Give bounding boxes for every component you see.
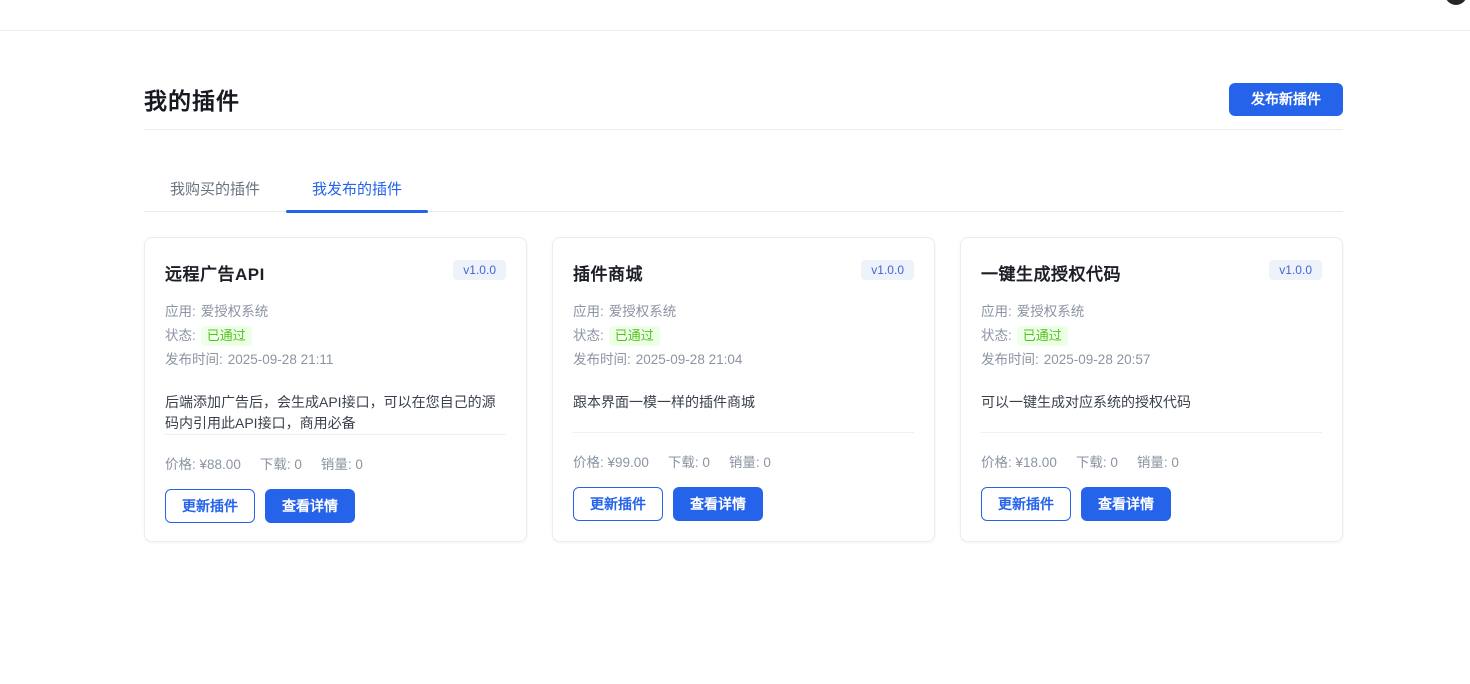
- plugin-card: 一键生成授权代码 v1.0.0 应用: 爱授权系统 状态: 已通过 发布时间: …: [960, 237, 1343, 542]
- stat-price: 价格: ¥88.00: [165, 453, 241, 473]
- card-header: 一键生成授权代码 v1.0.0: [981, 260, 1322, 285]
- meta-app-label: 应用:: [165, 300, 196, 324]
- meta-app: 应用: 爱授权系统: [573, 300, 914, 324]
- meta-publish-time: 发布时间: 2025-09-28 20:57: [981, 348, 1322, 372]
- meta-status-label: 状态:: [573, 324, 604, 348]
- meta-app-value: 爱授权系统: [201, 300, 269, 324]
- meta-publish-time-value: 2025-09-28 21:04: [636, 348, 743, 372]
- meta-publish-time-label: 发布时间:: [573, 348, 631, 372]
- stat-price-label: 价格:: [165, 457, 196, 472]
- meta-publish-time-label: 发布时间:: [981, 348, 1039, 372]
- plugin-description: 后端添加广告后，会生成API接口，可以在您自己的源码内引用此API接口，商用必备: [165, 392, 506, 434]
- stat-downloads: 下载: 0: [1076, 451, 1118, 471]
- meta-app: 应用: 爱授权系统: [165, 300, 506, 324]
- card-actions: 更新插件 查看详情: [981, 487, 1322, 521]
- stat-downloads-value: 0: [1110, 455, 1118, 470]
- card-actions: 更新插件 查看详情: [573, 487, 914, 521]
- stat-sales: 销量: 0: [1137, 451, 1179, 471]
- meta-status-label: 状态:: [981, 324, 1012, 348]
- stat-downloads-label: 下载:: [260, 457, 291, 472]
- card-header: 远程广告API v1.0.0: [165, 260, 506, 285]
- stat-price: 价格: ¥18.00: [981, 451, 1057, 471]
- avatar[interactable]: [1445, 0, 1467, 5]
- meta-publish-time-value: 2025-09-28 21:11: [228, 348, 334, 372]
- stat-price-value: ¥88.00: [200, 457, 241, 472]
- meta-publish-time-label: 发布时间:: [165, 348, 223, 372]
- plugin-card-grid: 远程广告API v1.0.0 应用: 爱授权系统 状态: 已通过 发布时间: 2…: [144, 237, 1343, 542]
- stat-downloads: 下载: 0: [260, 453, 302, 473]
- stat-price-label: 价格:: [981, 455, 1012, 470]
- status-badge: 已通过: [1017, 326, 1068, 346]
- meta-status: 状态: 已通过: [981, 324, 1322, 348]
- stat-downloads-value: 0: [702, 455, 710, 470]
- plugin-description: 可以一键生成对应系统的授权代码: [981, 392, 1322, 413]
- plugin-title: 插件商城: [573, 260, 643, 285]
- meta-publish-time: 发布时间: 2025-09-28 21:04: [573, 348, 914, 372]
- stat-sales: 销量: 0: [729, 451, 771, 471]
- stat-downloads-label: 下载:: [668, 455, 699, 470]
- plugin-meta: 应用: 爱授权系统 状态: 已通过 发布时间: 2025-09-28 21:04: [573, 300, 914, 372]
- plugin-description: 跟本界面一模一样的插件商城: [573, 392, 914, 413]
- card-actions: 更新插件 查看详情: [165, 489, 506, 523]
- stat-downloads-value: 0: [294, 457, 302, 472]
- plugin-card: 插件商城 v1.0.0 应用: 爱授权系统 状态: 已通过 发布时间: 2025…: [552, 237, 935, 542]
- version-badge: v1.0.0: [861, 260, 914, 280]
- stat-downloads: 下载: 0: [668, 451, 710, 471]
- plugin-card: 远程广告API v1.0.0 应用: 爱授权系统 状态: 已通过 发布时间: 2…: [144, 237, 527, 542]
- tab-bar: 我购买的插件 我发布的插件: [144, 166, 1343, 212]
- stat-price-value: ¥18.00: [1016, 455, 1057, 470]
- meta-app-label: 应用:: [573, 300, 604, 324]
- update-plugin-button[interactable]: 更新插件: [981, 487, 1071, 521]
- update-plugin-button[interactable]: 更新插件: [573, 487, 663, 521]
- meta-status-label: 状态:: [165, 324, 196, 348]
- meta-publish-time-value: 2025-09-28 20:57: [1044, 348, 1151, 372]
- plugin-stats: 价格: ¥99.00 下载: 0 销量: 0: [573, 433, 914, 471]
- stat-sales-label: 销量:: [1137, 455, 1168, 470]
- view-detail-button[interactable]: 查看详情: [265, 489, 355, 523]
- stat-sales-label: 销量:: [729, 455, 760, 470]
- card-bottom: 价格: ¥88.00 下载: 0 销量: 0 更新插件 查看详情: [165, 434, 506, 523]
- stat-sales-label: 销量:: [321, 457, 352, 472]
- plugin-stats: 价格: ¥88.00 下载: 0 销量: 0: [165, 435, 506, 473]
- stat-sales: 销量: 0: [321, 453, 363, 473]
- meta-status: 状态: 已通过: [573, 324, 914, 348]
- card-header: 插件商城 v1.0.0: [573, 260, 914, 285]
- card-bottom: 价格: ¥99.00 下载: 0 销量: 0 更新插件 查看详情: [573, 432, 914, 521]
- meta-publish-time: 发布时间: 2025-09-28 21:11: [165, 348, 506, 372]
- page-title: 我的插件: [144, 82, 240, 116]
- card-bottom: 价格: ¥18.00 下载: 0 销量: 0 更新插件 查看详情: [981, 432, 1322, 521]
- view-detail-button[interactable]: 查看详情: [673, 487, 763, 521]
- main-content: 我的插件 发布新插件 我购买的插件 我发布的插件 远程广告API v1.0.0 …: [144, 31, 1343, 542]
- stat-price-value: ¥99.00: [608, 455, 649, 470]
- update-plugin-button[interactable]: 更新插件: [165, 489, 255, 523]
- plugin-meta: 应用: 爱授权系统 状态: 已通过 发布时间: 2025-09-28 20:57: [981, 300, 1322, 372]
- status-badge: 已通过: [201, 326, 252, 346]
- tab-published-plugins[interactable]: 我发布的插件: [286, 166, 428, 211]
- meta-status: 状态: 已通过: [165, 324, 506, 348]
- meta-app-value: 爱授权系统: [609, 300, 677, 324]
- plugin-stats: 价格: ¥18.00 下载: 0 销量: 0: [981, 433, 1322, 471]
- plugin-title: 一键生成授权代码: [981, 260, 1121, 285]
- version-badge: v1.0.0: [1269, 260, 1322, 280]
- view-detail-button[interactable]: 查看详情: [1081, 487, 1171, 521]
- meta-app-value: 爱授权系统: [1017, 300, 1085, 324]
- publish-new-plugin-button[interactable]: 发布新插件: [1229, 83, 1343, 116]
- stat-sales-value: 0: [1171, 455, 1179, 470]
- top-bar: [0, 0, 1470, 31]
- stat-price-label: 价格:: [573, 455, 604, 470]
- stat-price: 价格: ¥99.00: [573, 451, 649, 471]
- tab-purchased-plugins[interactable]: 我购买的插件: [144, 166, 286, 211]
- meta-app: 应用: 爱授权系统: [981, 300, 1322, 324]
- plugin-title: 远程广告API: [165, 260, 265, 285]
- page-header: 我的插件 发布新插件: [144, 31, 1343, 130]
- status-badge: 已通过: [609, 326, 660, 346]
- stat-sales-value: 0: [355, 457, 363, 472]
- plugin-meta: 应用: 爱授权系统 状态: 已通过 发布时间: 2025-09-28 21:11: [165, 300, 506, 372]
- stat-downloads-label: 下载:: [1076, 455, 1107, 470]
- version-badge: v1.0.0: [453, 260, 506, 280]
- meta-app-label: 应用:: [981, 300, 1012, 324]
- stat-sales-value: 0: [763, 455, 771, 470]
